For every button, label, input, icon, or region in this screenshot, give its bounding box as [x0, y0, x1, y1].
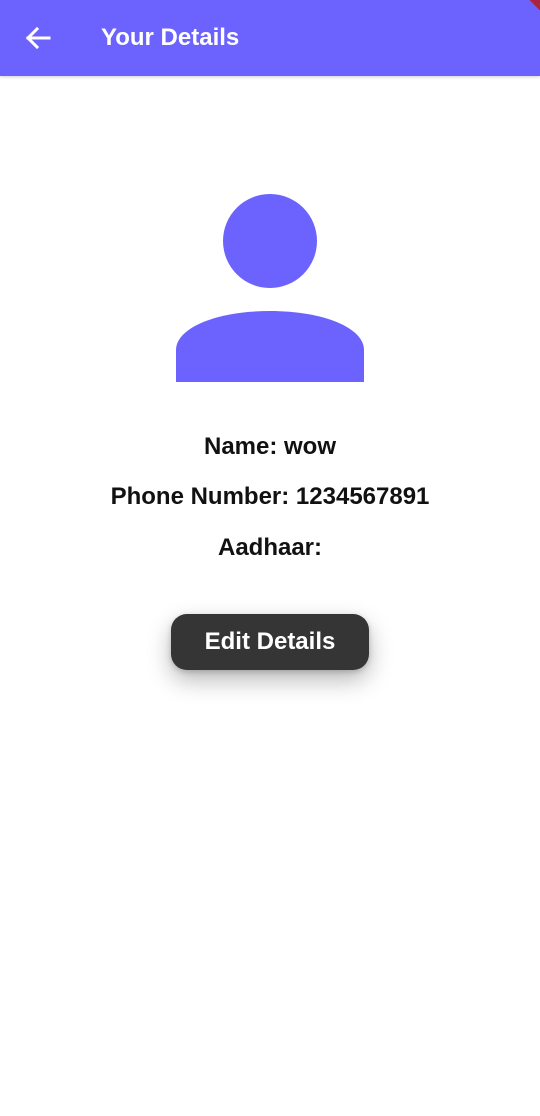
debug-banner	[512, 0, 540, 22]
arrow-left-icon	[25, 26, 51, 50]
edit-details-button[interactable]: Edit Details	[171, 614, 369, 670]
page-title: Your Details	[101, 24, 240, 51]
person-icon	[176, 194, 364, 382]
phone-number-text: Phone Number: 1234567891	[110, 483, 430, 510]
name-text: Name: wow	[203, 433, 337, 460]
back-button[interactable]	[14, 14, 62, 62]
app-bar: Your Details	[0, 0, 540, 76]
aadhaar-text: Aadhaar:	[217, 534, 323, 561]
